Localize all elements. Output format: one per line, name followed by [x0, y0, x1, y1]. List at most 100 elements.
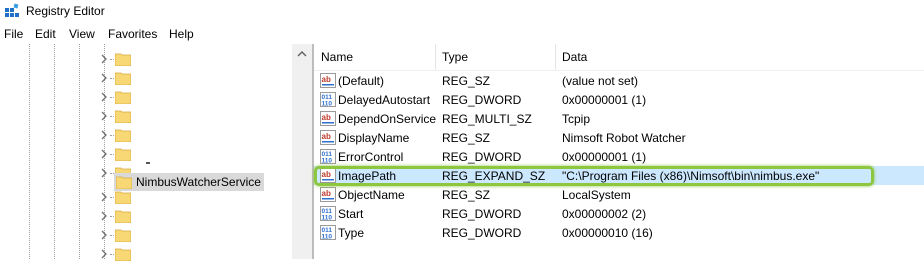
column-header-name[interactable]: Name	[314, 44, 436, 70]
column-header-data[interactable]: Data	[555, 44, 855, 70]
value-name: Start	[338, 207, 364, 221]
binary-value-icon: 011110	[320, 206, 336, 221]
expand-chevron-icon[interactable]	[99, 129, 109, 141]
svg-text:110: 110	[322, 215, 333, 222]
tree-connector	[110, 197, 114, 198]
value-type: REG_SZ	[442, 74, 491, 88]
value-row[interactable]: 011 110 ErrorControl REG_DWORD 0x00000001 (1…	[314, 147, 924, 166]
expand-chevron-icon[interactable]	[99, 148, 109, 160]
value-type: REG_DWORD	[442, 226, 522, 240]
value-type: REG_DWORD	[442, 150, 522, 164]
value-row[interactable]: 011 110 DelayedAutostart REG_DWORD 0x0000000…	[314, 90, 924, 109]
value-name: Type	[338, 226, 365, 240]
expand-chevron-icon[interactable]	[99, 210, 109, 222]
folder-icon	[115, 129, 131, 142]
tree-connector	[110, 216, 114, 217]
svg-text:ab: ab	[322, 189, 331, 198]
value-row[interactable]: ab ObjectName REG_SZ LocalSystem	[314, 185, 924, 204]
menu-bar: File Edit View Favorites Help	[0, 25, 924, 43]
svg-text:110: 110	[322, 101, 333, 108]
value-name: DelayedAutostart	[338, 93, 431, 107]
value-data: (value not set)	[562, 74, 639, 88]
title-bar: Registry Editor	[0, 0, 924, 22]
highlight-annotation	[314, 166, 874, 186]
value-name: DisplayName	[338, 131, 410, 145]
tree-connector	[110, 116, 114, 117]
svg-text:ab: ab	[322, 132, 331, 141]
registry-editor-icon	[5, 3, 19, 17]
folder-icon	[115, 91, 131, 104]
value-row[interactable]: ab DependOnService REG_MULTI_SZ Tcpip	[314, 109, 924, 128]
value-type: REG_DWORD	[442, 207, 522, 221]
tree-guide-line	[29, 44, 30, 259]
expand-chevron-icon[interactable]	[99, 91, 109, 103]
expand-chevron-icon[interactable]	[99, 53, 109, 65]
window-title: Registry Editor	[26, 4, 105, 18]
folder-icon	[115, 53, 131, 66]
menu-view[interactable]: View	[69, 27, 95, 41]
folder-icon	[115, 191, 131, 204]
expand-chevron-icon[interactable]	[99, 110, 109, 122]
tree-guide-line	[79, 44, 80, 259]
string-value-icon: ab	[320, 187, 336, 202]
value-data: LocalSystem	[562, 188, 631, 202]
folder-icon	[116, 176, 132, 189]
scroll-up-arrow-icon[interactable]	[297, 50, 307, 57]
tree-connector	[110, 78, 114, 79]
value-type: REG_SZ	[442, 188, 491, 202]
tree-node-selected[interactable]: NimbusWatcherService	[114, 173, 264, 191]
tree-guide-line	[54, 44, 55, 259]
tree-fragment	[146, 162, 150, 164]
menu-file[interactable]: File	[4, 27, 23, 41]
value-data: 0x00000002 (2)	[562, 207, 647, 221]
value-data: Nimsoft Robot Watcher	[562, 131, 686, 145]
binary-value-icon: 011110	[320, 149, 336, 164]
svg-text:110: 110	[322, 158, 333, 165]
tree-scrollbar[interactable]	[292, 44, 312, 259]
value-row[interactable]: 011 110 Type REG_DWORD 0x00000010 (16)	[314, 223, 924, 242]
svg-text:ab: ab	[322, 75, 331, 84]
binary-value-icon: 011110	[320, 225, 336, 240]
tree-connector	[110, 254, 114, 255]
expand-chevron-icon[interactable]	[99, 229, 109, 241]
tree-connector	[110, 235, 114, 236]
tree-connector	[110, 59, 114, 60]
expand-chevron-icon[interactable]	[99, 167, 109, 179]
menu-edit[interactable]: Edit	[35, 27, 56, 41]
value-name: ErrorControl	[338, 150, 404, 164]
value-type: REG_SZ	[442, 131, 491, 145]
folder-icon	[115, 210, 131, 223]
folder-icon	[115, 72, 131, 85]
value-data: 0x00000001 (1)	[562, 150, 647, 164]
menu-favorites[interactable]: Favorites	[108, 27, 157, 41]
value-data: Tcpip	[562, 112, 591, 126]
expand-chevron-icon[interactable]	[99, 191, 109, 203]
expand-chevron-icon[interactable]	[99, 248, 109, 260]
value-name: (Default)	[338, 74, 385, 88]
value-row[interactable]: 011 110 Start REG_DWORD 0x00000002 (2)	[314, 204, 924, 223]
column-header-type[interactable]: Type	[435, 44, 555, 70]
binary-value-icon: 011110	[320, 92, 336, 107]
menu-help[interactable]: Help	[169, 27, 194, 41]
string-value-icon: ab	[320, 73, 336, 88]
folder-icon	[115, 110, 131, 123]
value-data: 0x00000001 (1)	[562, 93, 647, 107]
value-row[interactable]: ab DisplayName REG_SZ Nimsoft Robot Watcher	[314, 128, 924, 147]
value-list[interactable]: Name Type Data ab (Default) REG_SZ (value n…	[314, 44, 924, 259]
string-value-icon: ab	[320, 130, 336, 145]
tree-node-label: NimbusWatcherService	[136, 175, 261, 189]
folder-icon	[115, 148, 131, 161]
value-type: REG_MULTI_SZ	[442, 112, 532, 126]
tree-connector	[110, 97, 114, 98]
tree-connector	[110, 154, 114, 155]
key-tree[interactable]	[0, 44, 312, 259]
value-name: DependOnService	[338, 112, 437, 126]
string-value-icon: ab	[320, 111, 336, 126]
svg-text:110: 110	[322, 234, 333, 241]
value-row[interactable]: ab (Default) REG_SZ (value not set)	[314, 71, 924, 90]
tree-connector	[110, 135, 114, 136]
value-name: ObjectName	[338, 188, 405, 202]
expand-chevron-icon[interactable]	[99, 72, 109, 84]
value-type: REG_DWORD	[442, 93, 522, 107]
svg-text:ab: ab	[322, 113, 331, 122]
